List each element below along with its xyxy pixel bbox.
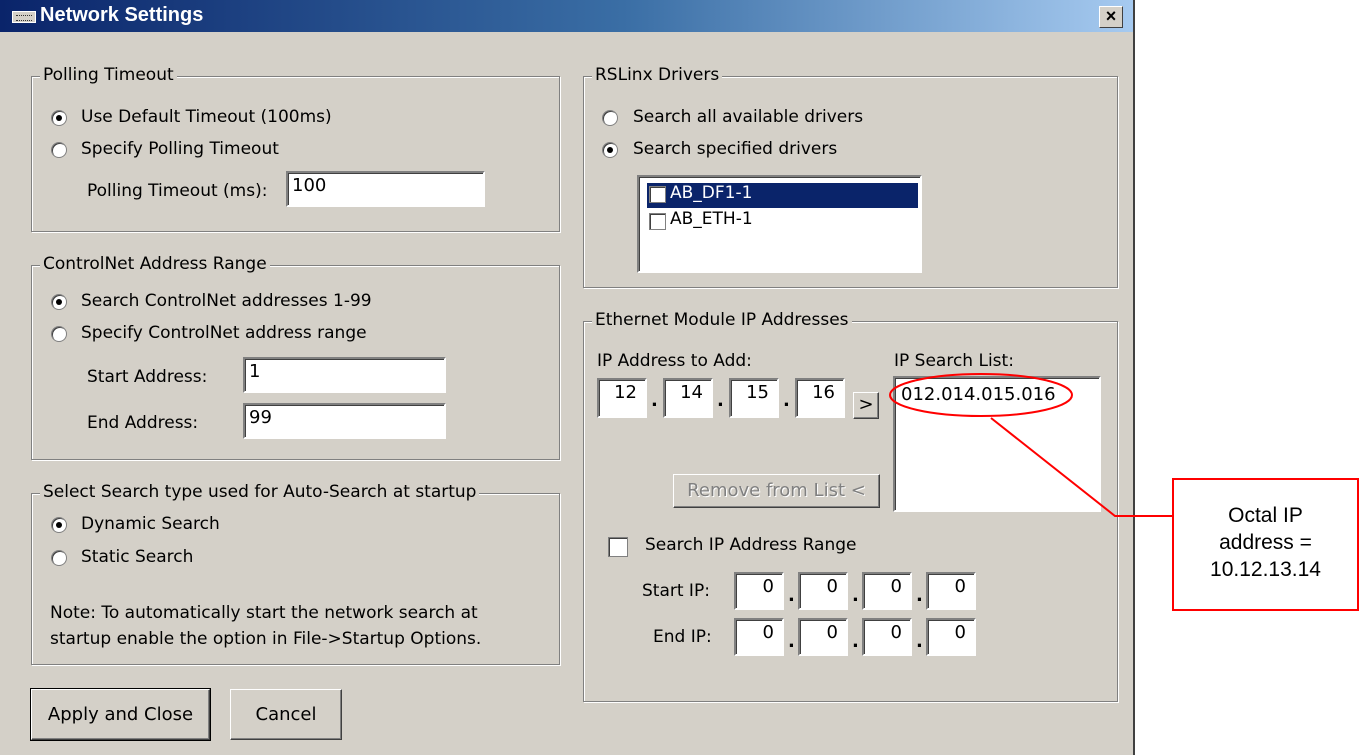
annotation-connector <box>990 417 1172 517</box>
annotation-line3: 10.12.13.14 <box>1210 558 1321 581</box>
annotation-overlay <box>889 373 1172 517</box>
annotation-ellipse <box>889 373 1073 417</box>
annotation-callout-box: Octal IP address = 10.12.13.14 <box>1172 478 1359 611</box>
annotation-line1: Octal IP <box>1228 504 1303 527</box>
annotation-line2: address = <box>1219 531 1312 554</box>
